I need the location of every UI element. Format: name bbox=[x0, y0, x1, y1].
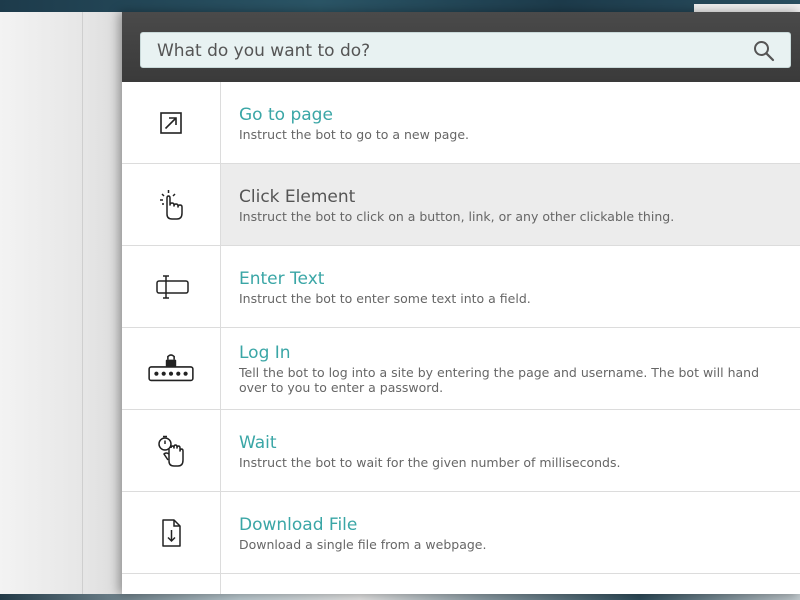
action-title: Go to page bbox=[239, 104, 333, 125]
action-title: Click Element bbox=[239, 186, 356, 207]
background-left-area bbox=[0, 12, 122, 594]
action-item-partial[interactable] bbox=[122, 572, 800, 594]
action-item-go-to-page[interactable]: Go to page Instruct the bot to go to a n… bbox=[122, 82, 800, 164]
action-description: Instruct the bot to wait for the given n… bbox=[239, 454, 621, 470]
action-item-download-file[interactable]: Download File Download a single file fro… bbox=[122, 492, 800, 574]
search-box[interactable] bbox=[140, 32, 791, 69]
action-title: Wait bbox=[239, 432, 277, 453]
search-icon[interactable] bbox=[752, 39, 776, 63]
action-list: Go to page Instruct the bot to go to a n… bbox=[122, 82, 800, 574]
action-description: Instruct the bot to click on a button, l… bbox=[239, 208, 675, 224]
tap-hand-icon bbox=[160, 189, 183, 220]
action-description: Instruct the bot to go to a new page. bbox=[239, 126, 470, 142]
action-description: Download a single file from a webpage. bbox=[239, 536, 487, 552]
action-description: Instruct the bot to enter some text into… bbox=[239, 290, 531, 306]
action-item-wait[interactable]: Wait Instruct the bot to wait for the gi… bbox=[122, 410, 800, 492]
action-item-enter-text[interactable]: Enter Text Instruct the bot to enter som… bbox=[122, 246, 800, 328]
search-bar bbox=[122, 12, 800, 82]
text-cursor-field-icon bbox=[156, 274, 189, 299]
action-title: Enter Text bbox=[239, 268, 325, 289]
background-divider bbox=[82, 12, 83, 594]
background-top-strip bbox=[0, 0, 800, 12]
search-input[interactable] bbox=[155, 33, 739, 69]
background-bottom-strip bbox=[0, 594, 800, 600]
action-description: Tell the bot to log into a site by enter… bbox=[239, 365, 760, 395]
action-title: Log In bbox=[239, 343, 291, 363]
stopwatch-hand-icon bbox=[158, 435, 184, 467]
action-item-log-in[interactable]: Log In Tell the bot to log into a site b… bbox=[122, 328, 800, 410]
action-picker-panel: Go to page Instruct the bot to go to a n… bbox=[122, 12, 800, 594]
download-file-icon bbox=[162, 518, 181, 547]
arrow-up-right-box-icon bbox=[160, 111, 182, 134]
password-lock-icon bbox=[148, 353, 194, 381]
action-item-click-element[interactable]: Click Element Instruct the bot to click … bbox=[122, 164, 800, 246]
action-title: Download File bbox=[239, 514, 358, 535]
